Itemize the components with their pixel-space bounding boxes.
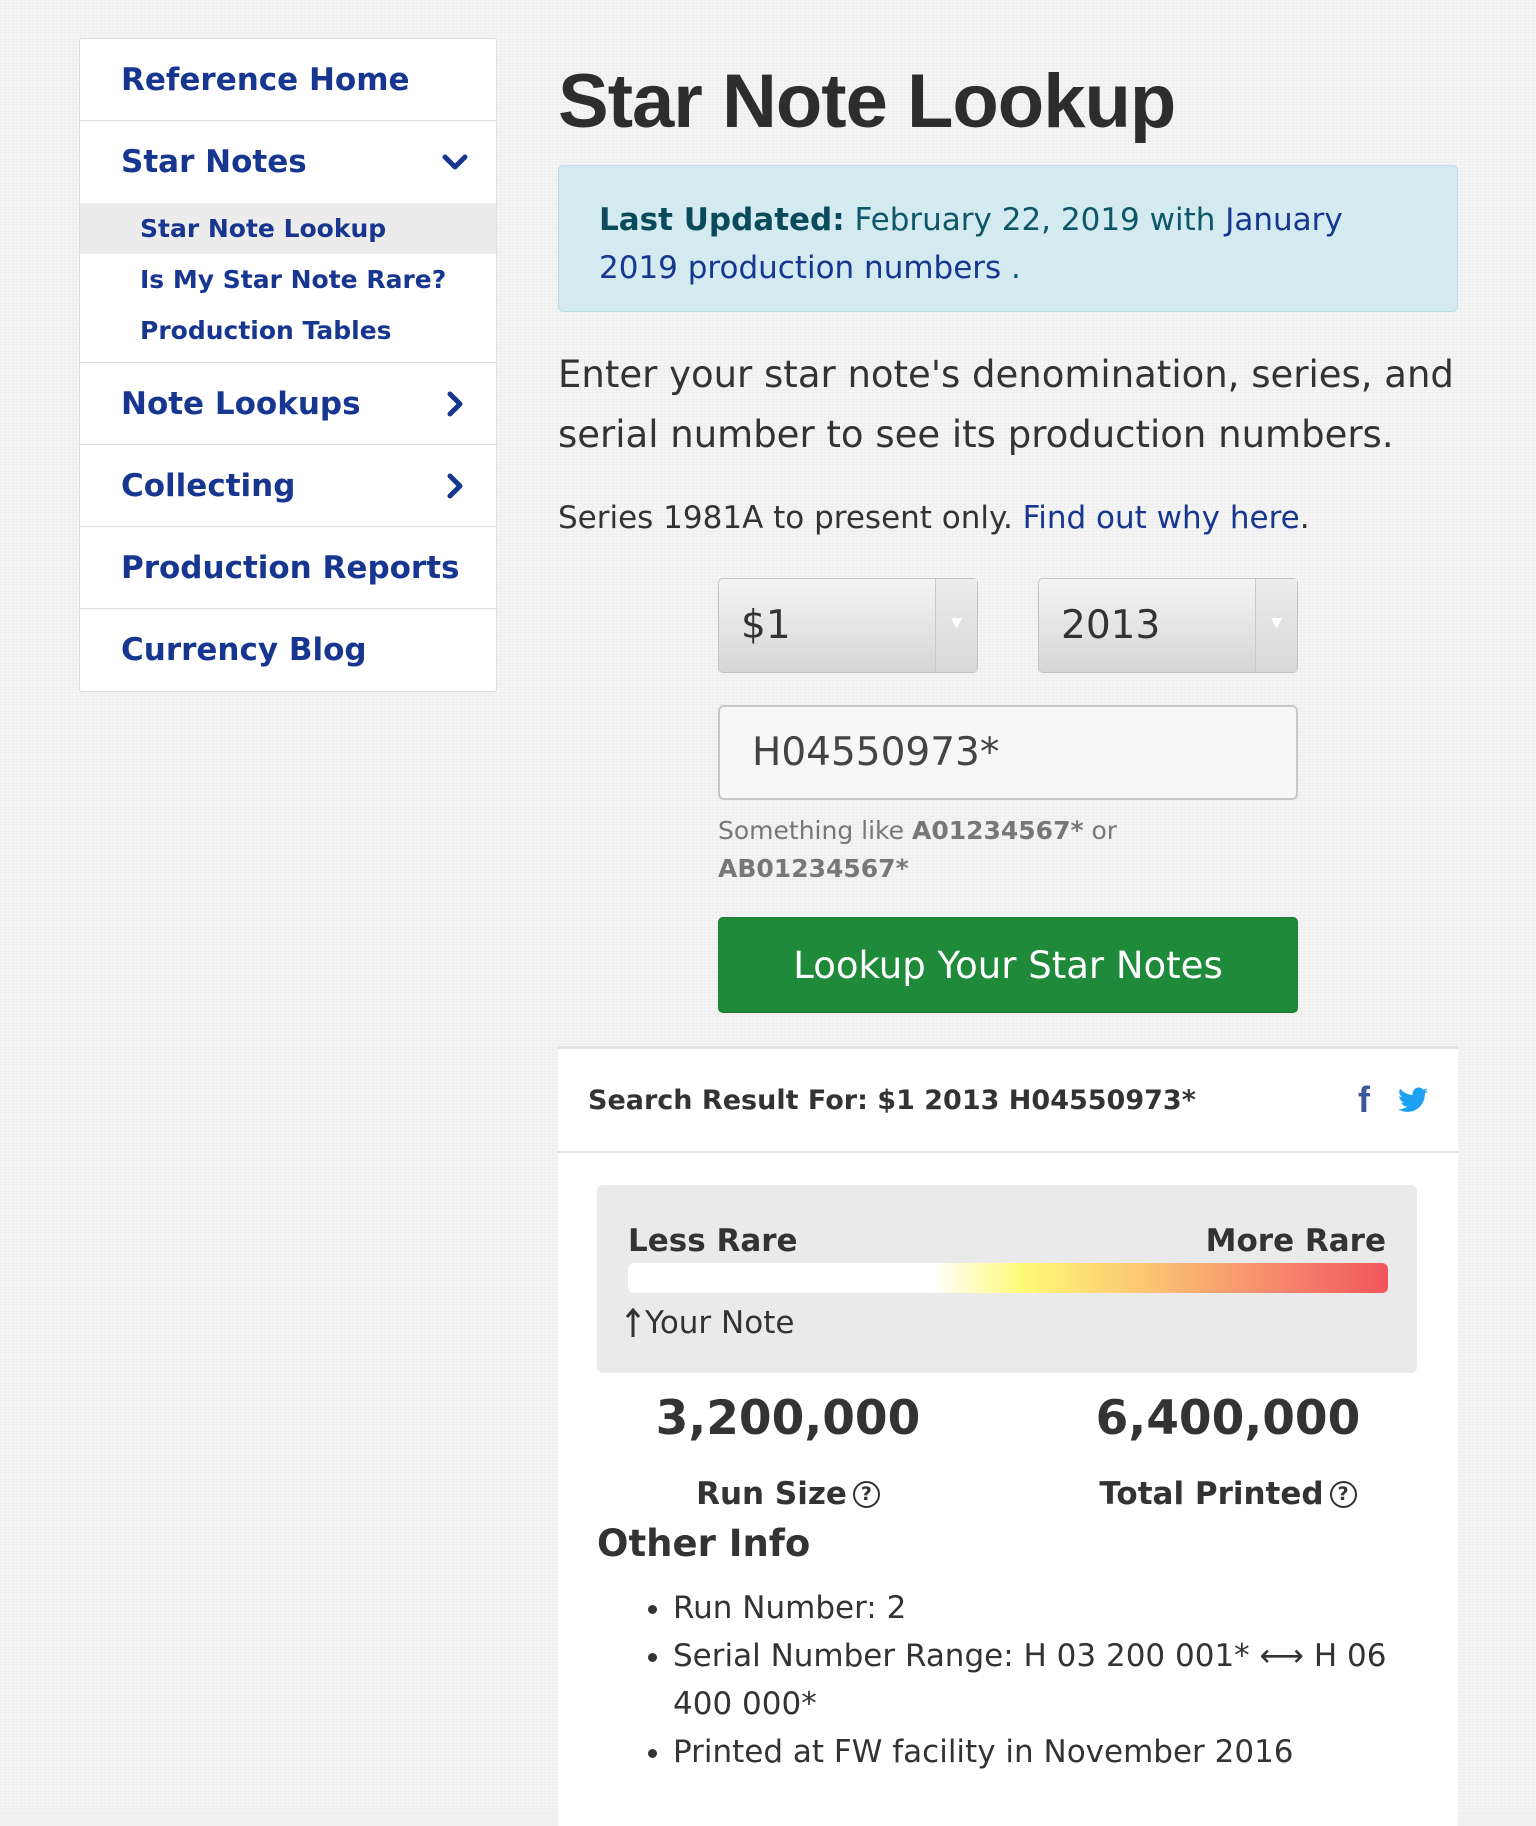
series-select[interactable]: 2013 ▼ (1038, 578, 1298, 673)
nav-reference-home-label: Reference Home (121, 61, 410, 98)
total-printed-label-row: Total Printed ? (1078, 1476, 1378, 1512)
search-result-card: Search Result For: $1 2013 H04550973* f … (558, 1046, 1458, 1826)
result-title: Search Result For: $1 2013 H04550973* (588, 1084, 1196, 1116)
lookup-button[interactable]: Lookup Your Star Notes (718, 917, 1298, 1013)
nav-currency-blog-label: Currency Blog (121, 632, 367, 668)
nav-star-notes-label: Star Notes (121, 144, 307, 180)
subnav-star-note-lookup[interactable]: Star Note Lookup (80, 203, 496, 254)
arrow-up-icon (625, 1307, 641, 1337)
last-updated-text: February 22, 2019 with (844, 202, 1226, 238)
nav-reference-home[interactable]: Reference Home (80, 39, 496, 121)
denomination-value: $1 (741, 603, 791, 648)
run-size-value: 3,200,000 (655, 1391, 921, 1446)
last-updated-alert: Last Updated: February 22, 2019 with Jan… (558, 165, 1458, 312)
more-rare-label: More Rare (1205, 1223, 1386, 1259)
total-printed-label: Total Printed (1099, 1476, 1324, 1512)
rarity-gradient-bar (628, 1263, 1388, 1293)
list-item: Serial Number Range: H 03 200 001* ⟷ H 0… (673, 1632, 1398, 1728)
nav-currency-blog[interactable]: Currency Blog (80, 609, 496, 691)
less-rare-label: Less Rare (628, 1223, 798, 1259)
help-icon[interactable]: ? (852, 1480, 880, 1508)
help-icon[interactable]: ? (1329, 1480, 1357, 1508)
total-printed-value: 6,400,000 (1095, 1391, 1361, 1446)
nav-collecting[interactable]: Collecting (80, 445, 496, 527)
chevron-down-icon (442, 154, 468, 170)
nav-note-lookups-label: Note Lookups (121, 385, 361, 422)
last-updated-label: Last Updated: (599, 202, 845, 238)
list-item: Printed at FW facility in November 2016 (673, 1728, 1398, 1776)
other-info-list: Run Number: 2 Serial Number Range: H 03 … (638, 1584, 1398, 1776)
share-buttons: f (1358, 1079, 1428, 1121)
list-item: Run Number: 2 (673, 1584, 1398, 1632)
twitter-icon[interactable] (1398, 1087, 1428, 1113)
other-info-title: Other Info (597, 1522, 811, 1565)
nav-production-reports-label: Production Reports (121, 549, 460, 586)
subnav-star-note-lookup-label: Star Note Lookup (140, 214, 387, 243)
nav-collecting-label: Collecting (121, 467, 296, 504)
your-note-marker: Your Note (625, 1305, 794, 1341)
nav-star-notes[interactable]: Star Notes (80, 121, 496, 203)
sidebar-nav: Reference Home Star Notes Star Note Look… (79, 38, 497, 692)
hint-or: or (1083, 816, 1118, 845)
run-size-label: Run Size (696, 1476, 847, 1512)
page-title: Star Note Lookup (558, 59, 1176, 144)
result-header: Search Result For: $1 2013 H04550973* f (558, 1049, 1458, 1153)
chevron-right-icon (447, 473, 463, 498)
series-note-text: Series 1981A to present only. (558, 500, 1023, 536)
intro-text: Enter your star note's denomination, ser… (558, 353, 1454, 456)
hint-prefix: Something like (718, 816, 912, 845)
series-note-period: . (1299, 500, 1310, 536)
series-note: Series 1981A to present only. Find out w… (558, 500, 1310, 536)
hint-example-1: A01234567* (911, 816, 1084, 845)
series-value: 2013 (1061, 603, 1161, 648)
find-out-why-link[interactable]: Find out why here (1023, 500, 1300, 536)
last-updated-suffix: . (1001, 250, 1021, 286)
nav-production-reports[interactable]: Production Reports (80, 527, 496, 609)
facebook-icon[interactable]: f (1358, 1079, 1370, 1121)
dropdown-arrow-icon: ▼ (1255, 579, 1297, 672)
total-printed-stat: 6,400,000 Total Printed ? (1078, 1391, 1378, 1512)
nav-note-lookups[interactable]: Note Lookups (80, 363, 496, 445)
your-note-label: Your Note (645, 1305, 795, 1341)
subnav-is-my-star-note-rare-label: Is My Star Note Rare? (140, 265, 447, 294)
rarity-meter: Less Rare More Rare Your Note (597, 1185, 1417, 1373)
chevron-right-icon (447, 391, 463, 416)
subnav-production-tables-label: Production Tables (140, 316, 392, 345)
denomination-select[interactable]: $1 ▼ (718, 578, 978, 673)
subnav-production-tables[interactable]: Production Tables (80, 305, 496, 356)
serial-number-input[interactable] (718, 705, 1298, 800)
run-size-stat: 3,200,000 Run Size ? (638, 1391, 938, 1512)
run-size-label-row: Run Size ? (638, 1476, 938, 1512)
subnav-is-my-star-note-rare[interactable]: Is My Star Note Rare? (80, 254, 496, 305)
star-notes-subnav: Star Note Lookup Is My Star Note Rare? P… (80, 203, 496, 363)
hint-example-2: AB01234567* (718, 854, 909, 883)
dropdown-arrow-icon: ▼ (935, 579, 977, 672)
serial-hint: Something like A01234567* or AB01234567* (718, 812, 1178, 888)
